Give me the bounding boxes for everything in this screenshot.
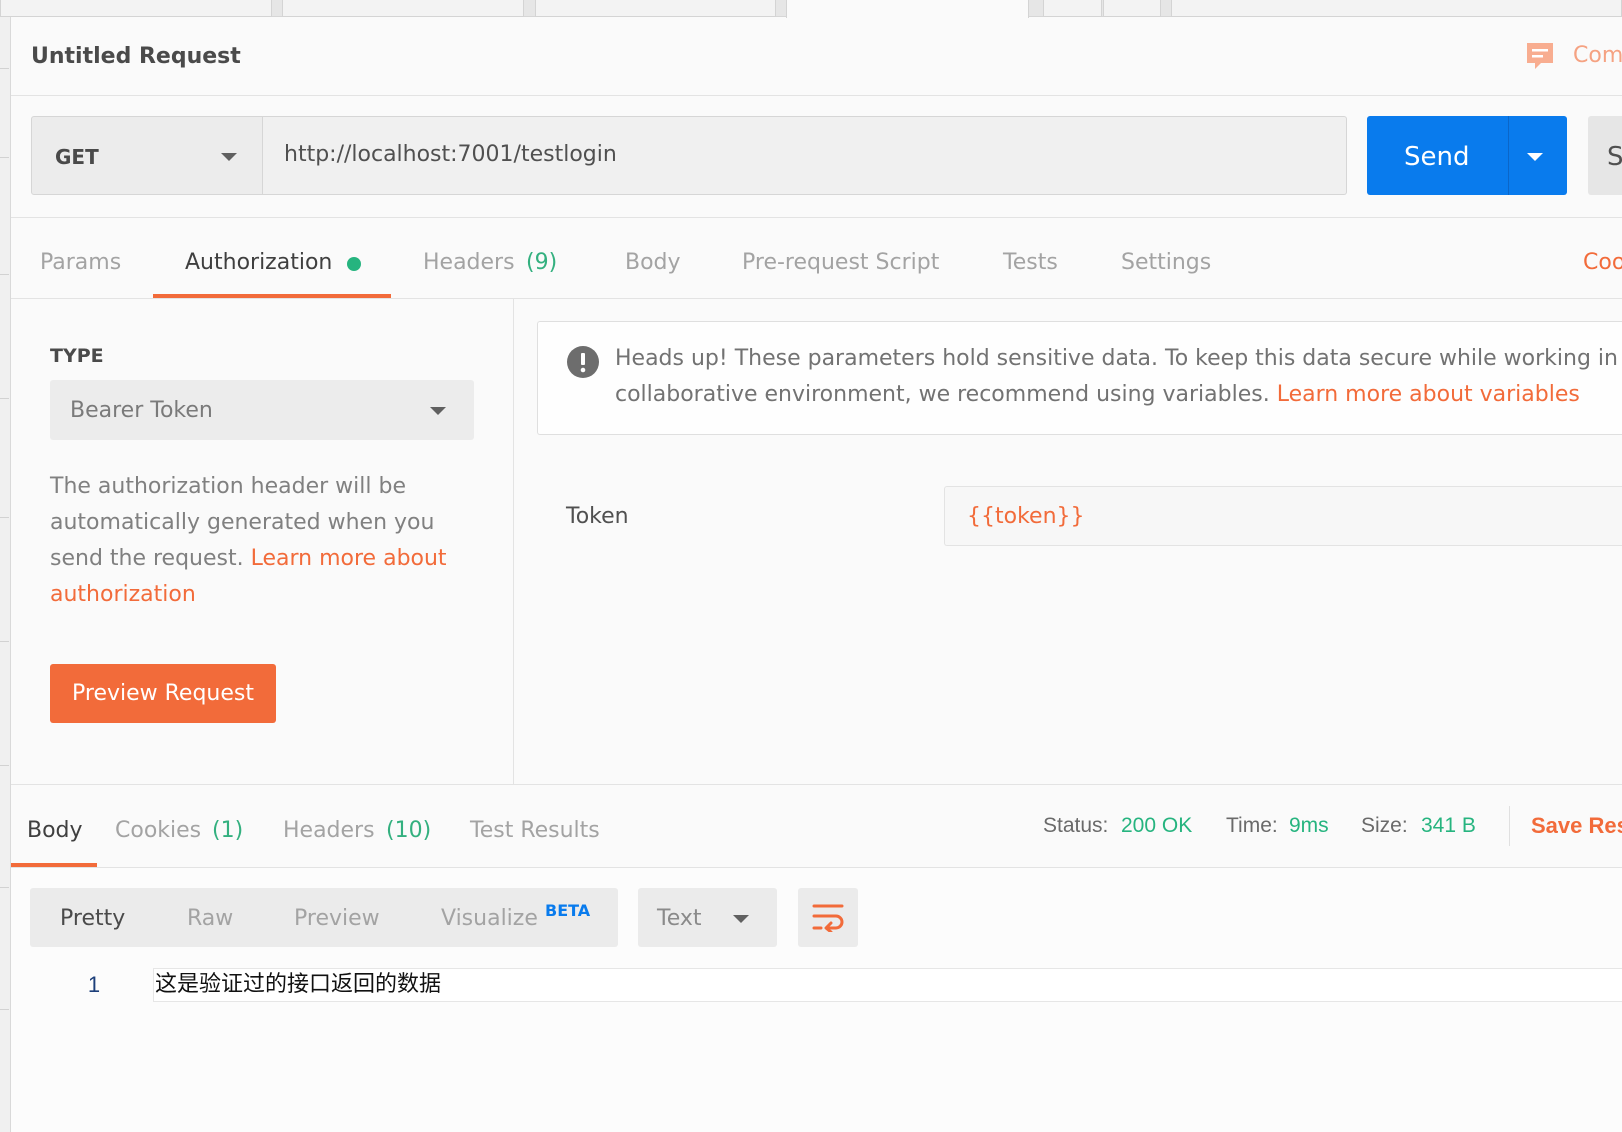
sidebar-divider xyxy=(0,398,9,399)
window-tab[interactable] xyxy=(535,0,776,17)
window-tab[interactable] xyxy=(1043,0,1102,17)
warning-text-line: collaborative environment, we recommend … xyxy=(615,377,1622,413)
view-mode-raw[interactable]: Raw xyxy=(187,904,233,934)
tab-authorization[interactable]: Authorization xyxy=(185,248,332,278)
url-value: http://localhost:7001/testlogin xyxy=(284,142,617,167)
sidebar-divider xyxy=(0,765,9,766)
window-tab[interactable] xyxy=(1171,0,1622,17)
size-label: Size: xyxy=(1361,814,1408,837)
status-divider xyxy=(1509,806,1510,846)
tab-settings[interactable]: Settings xyxy=(1121,248,1211,278)
chevron-down-icon xyxy=(430,407,446,415)
sidebar-divider xyxy=(0,68,9,69)
save-button[interactable]: S xyxy=(1588,116,1622,195)
chevron-down-icon xyxy=(221,153,237,161)
warning-text-line: Heads up! These parameters hold sensitiv… xyxy=(615,346,1618,371)
time-value[interactable]: 9ms xyxy=(1289,811,1329,841)
sidebar-edge[interactable] xyxy=(0,17,11,1132)
token-input[interactable]: {{token}} xyxy=(944,486,1622,546)
sidebar-divider xyxy=(0,641,9,642)
tab-body[interactable]: Body xyxy=(625,248,681,278)
sidebar-divider xyxy=(0,887,9,888)
view-mode-visualize[interactable]: Visualize xyxy=(441,904,538,934)
auth-description: The authorization header will be automat… xyxy=(50,469,476,613)
window-tab[interactable] xyxy=(282,0,524,17)
wrap-lines-icon xyxy=(812,903,844,934)
save-button-label: S xyxy=(1607,142,1622,172)
response-tab-headers-count: (10) xyxy=(386,818,432,843)
view-mode-toggle: Pretty Raw Preview Visualize BETA xyxy=(30,888,618,947)
auth-type-value: Bearer Token xyxy=(70,398,213,423)
window-tab-active[interactable] xyxy=(786,0,1029,18)
chevron-down-icon xyxy=(1527,153,1543,161)
response-tab-body[interactable]: Body xyxy=(27,816,83,846)
tab-tests[interactable]: Tests xyxy=(1003,248,1058,278)
sidebar-divider xyxy=(0,517,9,518)
tab-params[interactable]: Params xyxy=(40,248,121,278)
chevron-down-icon xyxy=(733,915,749,923)
request-title[interactable]: Untitled Request xyxy=(31,42,241,72)
sidebar-divider xyxy=(0,1009,9,1010)
warning-icon xyxy=(567,346,599,378)
learn-more-variables-link[interactable]: Learn more about variables xyxy=(1277,382,1580,407)
divider xyxy=(11,217,1622,218)
size-value[interactable]: 341 B xyxy=(1421,811,1476,841)
tab-headers-count: (9) xyxy=(526,250,558,275)
beta-badge: BETA xyxy=(545,901,591,920)
send-button-label: Send xyxy=(1404,142,1470,172)
format-value: Text xyxy=(657,906,702,931)
line-number: 1 xyxy=(87,972,101,997)
comment-icon[interactable] xyxy=(1524,40,1556,72)
code-line[interactable]: 这是验证过的接口返回的数据 xyxy=(153,968,1622,1002)
status-value[interactable]: 200 OK xyxy=(1121,811,1192,841)
code-line-text: 这是验证过的接口返回的数据 xyxy=(155,972,442,997)
send-button[interactable]: Send xyxy=(1367,116,1567,195)
view-mode-pretty[interactable]: Pretty xyxy=(60,904,125,934)
status-dot-icon xyxy=(347,257,361,271)
sidebar-divider xyxy=(0,157,9,158)
token-label: Token xyxy=(566,504,629,529)
window-tab[interactable] xyxy=(1103,0,1161,17)
method-select[interactable]: GET xyxy=(31,116,263,195)
wrap-lines-button[interactable] xyxy=(798,888,858,947)
auth-type-select[interactable]: Bearer Token xyxy=(50,380,474,440)
status-label: Status: xyxy=(1043,814,1109,837)
window-tab-strip xyxy=(0,0,1622,18)
preview-request-button[interactable]: Preview Request xyxy=(50,664,276,723)
response-tab-headers[interactable]: Headers xyxy=(283,816,375,846)
save-response-button[interactable]: Save Res xyxy=(1531,811,1622,841)
token-value: {{token}} xyxy=(967,504,1085,529)
code-link[interactable]: Coo xyxy=(1583,248,1622,278)
window-tab[interactable] xyxy=(0,0,272,17)
sidebar-divider xyxy=(0,274,9,275)
format-select[interactable]: Text xyxy=(638,888,777,947)
url-input[interactable]: http://localhost:7001/testlogin xyxy=(263,116,1347,195)
tab-pre-request-script[interactable]: Pre-request Script xyxy=(742,248,939,278)
divider xyxy=(11,784,1622,785)
response-tab-test-results[interactable]: Test Results xyxy=(470,816,600,846)
send-options-dropdown[interactable] xyxy=(1508,116,1567,195)
comments-button-label[interactable]: Com xyxy=(1573,41,1622,71)
auth-type-label: TYPE xyxy=(50,345,104,367)
response-tab-cookies[interactable]: Cookies xyxy=(115,816,201,846)
method-value: GET xyxy=(55,145,99,169)
warning-text: collaborative environment, we recommend … xyxy=(615,382,1270,407)
postman-app: Untitled Request Com GET http://localhos… xyxy=(0,0,1622,1132)
time-label: Time: xyxy=(1226,814,1278,837)
sensitive-data-warning: Heads up! These parameters hold sensitiv… xyxy=(537,321,1622,435)
divider xyxy=(11,95,1622,96)
response-tab-cookies-count: (1) xyxy=(212,818,244,843)
tab-headers[interactable]: Headers xyxy=(423,248,515,278)
view-mode-preview[interactable]: Preview xyxy=(294,904,380,934)
